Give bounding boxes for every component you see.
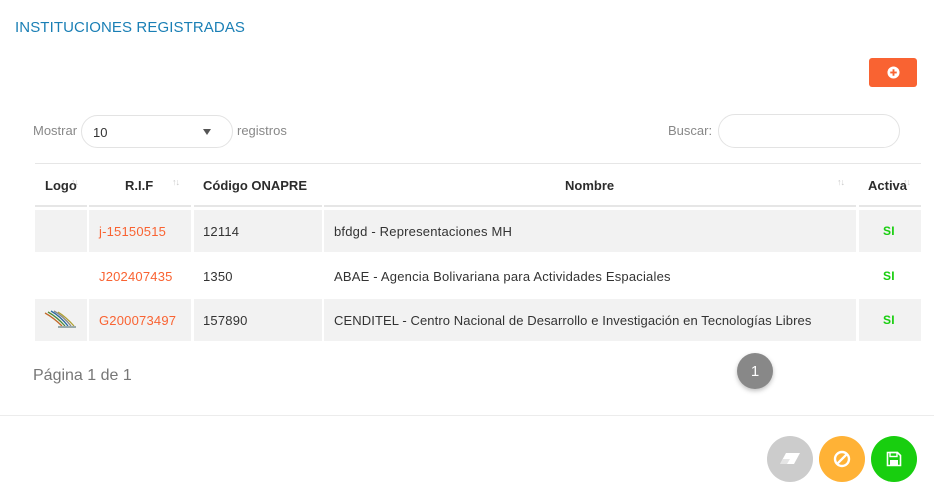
page-length-value: 10	[93, 125, 108, 140]
clear-button[interactable]	[767, 436, 813, 482]
search-label: Buscar:	[668, 123, 713, 138]
records-label: registros	[237, 123, 287, 138]
cell-activa: SI	[859, 210, 921, 252]
table-row: G200073497 157890 CENDITEL - Centro Naci…	[35, 299, 921, 341]
column-header-rif[interactable]: R.I.F ↑↓	[89, 164, 191, 207]
sort-icon: ↑↓	[71, 177, 79, 187]
cell-rif: j-15150515	[89, 210, 191, 252]
cell-onapre: 12114	[194, 210, 322, 252]
cell-logo	[35, 255, 87, 297]
cell-activa: SI	[859, 255, 921, 297]
cell-nombre: CENDITEL - Centro Nacional de Desarrollo…	[324, 299, 856, 341]
floppy-disk-icon	[886, 451, 902, 467]
pagination-page-button[interactable]: 1	[737, 353, 773, 389]
cell-rif: G200073497	[89, 299, 191, 341]
page-title: INSTITUCIONES REGISTRADAS	[15, 19, 246, 36]
plus-circle-icon	[886, 66, 900, 79]
table-row: j-15150515 12114 bfdgd - Representacione…	[35, 210, 921, 252]
rif-link[interactable]: j-15150515	[99, 224, 166, 239]
column-header-logo[interactable]: Logo ↑↓	[35, 164, 87, 207]
save-button[interactable]	[871, 436, 917, 482]
cell-nombre: ABAE - Agencia Bolivariana para Activida…	[334, 269, 671, 284]
search-input[interactable]	[718, 114, 900, 148]
add-institution-button[interactable]	[869, 58, 917, 87]
cell-onapre: 1350	[203, 269, 233, 284]
pagination-info: Página 1 de 1	[33, 367, 132, 384]
institution-logo-image	[44, 310, 76, 328]
cell-activa: SI	[859, 299, 921, 341]
show-label: Mostrar	[33, 123, 78, 138]
column-header-onapre[interactable]: Código ONAPRE	[194, 164, 322, 207]
chevron-down-icon	[203, 129, 211, 135]
cell-nombre: bfdgd - Representaciones MH	[324, 210, 856, 252]
status-badge: SI	[883, 313, 895, 327]
sort-icon: ↑↓	[837, 177, 845, 187]
page-length-select[interactable]: 10	[81, 115, 233, 148]
column-header-activa[interactable]: Activa ↑↓	[859, 164, 921, 207]
footer-divider	[0, 415, 934, 416]
status-badge: SI	[883, 269, 895, 283]
eraser-icon	[780, 453, 800, 464]
status-badge: SI	[883, 224, 895, 238]
column-header-nombre[interactable]: Nombre ↑↓	[324, 164, 856, 207]
cell-logo	[35, 210, 87, 252]
sort-icon: ↑↓	[172, 177, 180, 187]
sort-icon: ↑↓	[903, 177, 911, 187]
ban-icon	[833, 450, 851, 468]
cell-onapre: 157890	[194, 299, 322, 341]
cell-rif: J202407435	[89, 255, 191, 297]
cell-logo	[35, 299, 87, 341]
cancel-button[interactable]	[819, 436, 865, 482]
table-row: J202407435 1350 ABAE - Agencia Bolivaria…	[35, 255, 921, 297]
rif-link[interactable]: G200073497	[99, 313, 176, 328]
rif-link[interactable]: J202407435	[99, 269, 173, 284]
